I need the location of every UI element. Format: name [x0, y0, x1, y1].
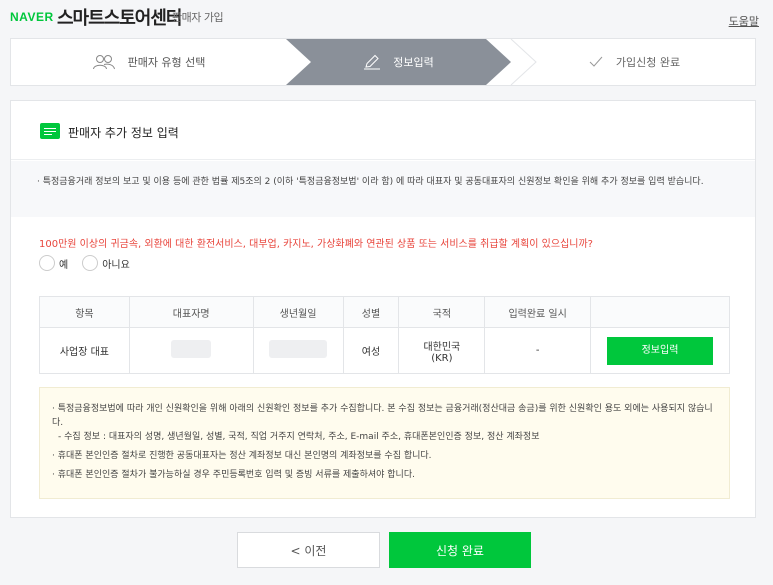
- cell-name: [128, 327, 254, 374]
- pencil-icon: [363, 54, 381, 70]
- legal-notice: · 특정금융거래 정보의 보고 및 이용 등에 관한 법률 제5조의 2 (이하…: [11, 161, 755, 217]
- radio-no[interactable]: [82, 255, 99, 271]
- name-redacted: [171, 340, 212, 358]
- nationality-code: (KR): [431, 352, 453, 364]
- note-line: · 특정금융정보법에 따라 개인 신원확인을 위해 아래의 신원확인 정보를 추…: [52, 402, 717, 444]
- submit-button[interactable]: 신청 완료: [389, 532, 531, 568]
- radio-yes[interactable]: [39, 255, 55, 271]
- cell-item: 사업장 대표: [39, 327, 130, 374]
- cell-action: 정보입력: [590, 327, 730, 374]
- radio-no-label[interactable]: 아니요: [102, 256, 130, 271]
- prev-button[interactable]: < 이전: [237, 532, 380, 568]
- cell-gender: 여성: [342, 327, 400, 374]
- cell-birth: [252, 327, 344, 374]
- step-info-input: 정보입력: [286, 39, 511, 85]
- table-header-row: 항목 대표자명 생년월일 성별 국적 입력완료 일시: [39, 296, 730, 328]
- representative-table: 항목 대표자명 생년월일 성별 국적 입력완료 일시 사업장 대표 여성 대한민…: [39, 296, 730, 374]
- note-text: · 특정금융정보법에 따라 개인 신원확인을 위해 아래의 신원확인 정보를 추…: [52, 404, 713, 428]
- note-line: · 휴대폰 본인인증 절차가 불가능하실 경우 주민등록번호 입력 및 증빙 서…: [52, 470, 415, 480]
- section-header: 판매자 추가 정보 입력: [11, 101, 755, 160]
- id-card-icon: [40, 123, 60, 139]
- radio-yes-label[interactable]: 예: [59, 256, 68, 271]
- people-icon: [92, 54, 116, 70]
- note-subtext: - 수집 정보 : 대표자의 성명, 생년월일, 성별, 국적, 직업 거주지 …: [58, 432, 540, 442]
- step-label: 정보입력: [393, 56, 434, 69]
- nationality-name: 대한민국: [423, 341, 461, 353]
- col-action: [590, 296, 730, 328]
- table-row: 사업장 대표 여성 대한민국 (KR) - 정보입력: [39, 327, 730, 374]
- col-nationality: 국적: [398, 296, 486, 328]
- col-completed: 입력완료 일시: [484, 296, 592, 328]
- check-icon: [588, 55, 604, 69]
- cell-nationality: 대한민국 (KR): [398, 327, 486, 374]
- high-risk-radio-group: 예 아니요: [39, 255, 144, 271]
- birth-redacted: [269, 340, 328, 358]
- section-title: 판매자 추가 정보 입력: [68, 126, 179, 140]
- enter-info-button[interactable]: 정보입력: [607, 336, 714, 365]
- step-label: 가입신청 완료: [615, 56, 681, 69]
- naver-logo[interactable]: NAVER: [10, 10, 54, 24]
- cell-completed: -: [484, 327, 592, 374]
- col-name: 대표자명: [128, 296, 254, 328]
- col-birth: 생년월일: [252, 296, 344, 328]
- page-brand-title[interactable]: 스마트스토어센터: [57, 4, 182, 30]
- collection-notes: · 특정금융정보법에 따라 개인 신원확인을 위해 아래의 신원확인 정보를 추…: [39, 387, 730, 499]
- col-gender: 성별: [342, 296, 400, 328]
- seller-info-card: 판매자 추가 정보 입력 · 특정금융거래 정보의 보고 및 이용 등에 관한 …: [10, 100, 756, 518]
- step-complete: 가입신청 완료: [511, 39, 755, 85]
- step-label: 판매자 유형 선택: [127, 56, 206, 69]
- signup-stepper: 판매자 유형 선택 정보입력 가입신청 완료: [10, 38, 756, 86]
- help-link[interactable]: 도움말: [729, 13, 759, 29]
- step-seller-type: 판매자 유형 선택: [11, 39, 286, 85]
- note-line: · 휴대폰 본인인증 절차로 진행한 공동대표자는 정산 계좌정보 대신 본인명…: [52, 451, 432, 461]
- page-subtitle: 판매자 가입: [172, 11, 224, 24]
- col-item: 항목: [39, 296, 130, 328]
- top-bar: NAVER 스마트스토어센터 판매자 가입 도움말: [0, 0, 773, 34]
- high-risk-question: 100만원 이상의 귀금속, 외환에 대한 환전서비스, 대부업, 카지노, 가…: [39, 239, 593, 250]
